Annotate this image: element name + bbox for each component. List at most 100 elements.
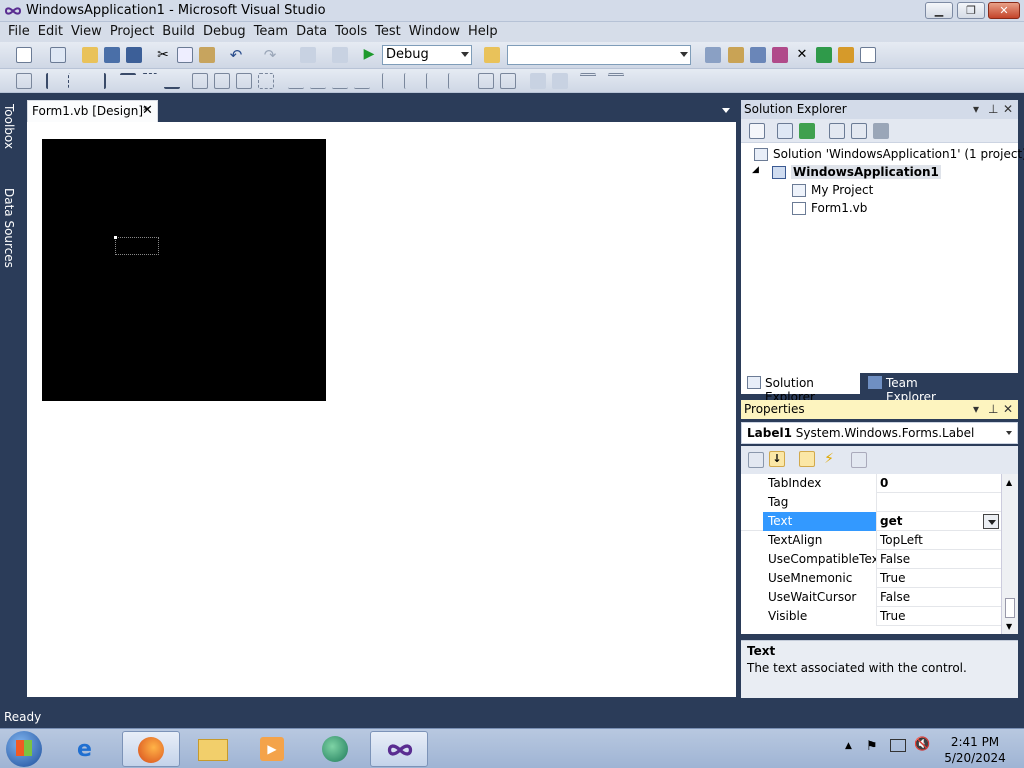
toolbox-icon[interactable]: ✕	[794, 47, 810, 63]
taskbar-app[interactable]	[306, 731, 364, 767]
taskbar-visual-studio[interactable]	[370, 731, 428, 767]
text-value-dropdown[interactable]	[983, 514, 999, 529]
open-file-icon[interactable]	[82, 47, 98, 63]
window-position-icon[interactable]: ▾	[973, 102, 979, 116]
auto-hide-pin-icon[interactable]: ⊥	[988, 102, 998, 116]
align-centers-icon[interactable]	[68, 73, 84, 89]
navigate-forward-icon[interactable]	[332, 47, 348, 63]
increase-horizontal-spacing-icon[interactable]	[310, 73, 326, 89]
prop-row-textalign[interactable]: TextAlign TopLeft	[741, 531, 1001, 550]
property-pages-icon[interactable]	[851, 452, 867, 468]
prop-row-tag[interactable]: Tag	[741, 493, 1001, 512]
align-tops-icon[interactable]	[120, 73, 136, 89]
align-lefts-icon[interactable]	[46, 73, 62, 89]
alphabetical-icon[interactable]: ↓	[769, 451, 785, 467]
menu-edit[interactable]: Edit	[38, 22, 63, 41]
align-to-grid-icon[interactable]	[16, 73, 32, 89]
prop-row-text[interactable]: Text get	[741, 512, 1001, 531]
menu-file[interactable]: File	[8, 22, 30, 41]
tab-order-icon[interactable]	[580, 73, 596, 89]
command-window-icon[interactable]	[860, 47, 876, 63]
save-all-icon[interactable]	[126, 47, 142, 63]
make-same-height-icon[interactable]	[214, 73, 230, 89]
center-vertically-icon[interactable]	[500, 73, 516, 89]
menu-tools[interactable]: Tools	[335, 22, 367, 41]
refresh-icon[interactable]	[799, 123, 815, 139]
tab-dropdown-icon[interactable]	[722, 108, 730, 113]
make-same-width-icon[interactable]	[192, 73, 208, 89]
form1-canvas[interactable]	[42, 139, 326, 401]
action-center-flag-icon[interactable]: ⚑	[866, 739, 878, 754]
prop-row-usecompatibletextrendering[interactable]: UseCompatibleTextRenderingFalse	[741, 550, 1001, 569]
data-sources-tab[interactable]: Data Sources	[2, 188, 16, 268]
align-bottoms-icon[interactable]	[164, 73, 180, 89]
decrease-vertical-spacing-icon[interactable]	[426, 73, 442, 89]
find-in-files-icon[interactable]	[484, 47, 500, 63]
panel-close-icon[interactable]: ✕	[1003, 402, 1013, 416]
taskbar-clock[interactable]: 2:41 PM 5/20/2024	[935, 734, 1015, 766]
start-debugging-icon[interactable]: ▶	[361, 46, 377, 62]
solution-explorer-icon[interactable]	[705, 47, 721, 63]
properties-icon[interactable]	[749, 123, 765, 139]
scroll-down-icon[interactable]: ▼	[1006, 622, 1012, 631]
start-button[interactable]	[6, 731, 42, 767]
class-view-icon[interactable]	[772, 47, 788, 63]
properties-window-icon[interactable]	[728, 47, 744, 63]
copy-icon[interactable]	[177, 47, 193, 63]
tree-solution[interactable]: Solution 'WindowsApplication1' (1 projec…	[773, 147, 1024, 161]
start-page-icon[interactable]	[816, 47, 832, 63]
auto-hide-pin-icon[interactable]: ⊥	[988, 402, 998, 416]
menu-data[interactable]: Data	[296, 22, 327, 41]
size-to-grid-icon[interactable]	[258, 73, 274, 89]
solution-configuration-select[interactable]: Debug	[382, 45, 472, 65]
taskbar-internet-explorer[interactable]: e	[60, 731, 118, 767]
close-tab-icon[interactable]: ✕	[142, 103, 153, 118]
minimize-button[interactable]: ▁	[925, 2, 953, 19]
menu-debug[interactable]: Debug	[203, 22, 246, 41]
taskbar-explorer[interactable]	[184, 731, 242, 767]
find-combo[interactable]	[507, 45, 691, 65]
scroll-up-icon[interactable]: ▲	[1006, 478, 1012, 487]
decrease-horizontal-spacing-icon[interactable]	[332, 73, 348, 89]
panel-close-icon[interactable]: ✕	[1003, 102, 1013, 116]
navigate-backward-icon[interactable]	[300, 47, 316, 63]
tab-solution-explorer[interactable]: Solution Explorer	[741, 373, 860, 404]
object-browser-icon[interactable]	[750, 47, 766, 63]
collapse-arrow-icon[interactable]: ◢	[752, 165, 759, 175]
paste-icon[interactable]	[199, 47, 215, 63]
prop-row-tabindex[interactable]: TabIndex 0	[741, 474, 1001, 493]
undo-icon[interactable]: ↶	[228, 46, 244, 64]
horizontal-spacing-icon[interactable]	[288, 73, 304, 89]
tab-team-explorer[interactable]: Team Explorer	[862, 373, 972, 404]
prop-row-usewaitcursor[interactable]: UseWaitCursor False	[741, 588, 1001, 607]
center-horizontally-icon[interactable]	[478, 73, 494, 89]
object-selector[interactable]: Label1 System.Windows.Forms.Label	[741, 422, 1018, 444]
label1-control[interactable]	[114, 236, 159, 255]
tree-project[interactable]: WindowsApplication1	[791, 165, 941, 179]
close-button[interactable]: ✕	[988, 2, 1020, 19]
view-code-icon[interactable]	[829, 123, 845, 139]
add-item-icon[interactable]	[50, 47, 66, 63]
taskbar-media-player[interactable]: ▶	[244, 731, 302, 767]
prop-row-usemnemonic[interactable]: UseMnemonic True	[741, 569, 1001, 588]
lock-controls-icon[interactable]	[608, 73, 624, 89]
prop-row-visible[interactable]: Visible True	[741, 607, 1001, 626]
show-hidden-icons-icon[interactable]: ▲	[845, 741, 852, 751]
properties-view-icon[interactable]	[799, 451, 815, 467]
menu-help[interactable]: Help	[468, 22, 498, 41]
cut-icon[interactable]: ✂	[155, 47, 171, 63]
toolbox-tab[interactable]: Toolbox	[2, 104, 16, 149]
save-icon[interactable]	[104, 47, 120, 63]
tab-form1-design[interactable]: Form1.vb [Design]* ✕	[27, 100, 158, 122]
maximize-button[interactable]: ❐	[957, 2, 985, 19]
taskbar-firefox[interactable]	[122, 731, 180, 767]
show-all-files-icon[interactable]	[777, 123, 793, 139]
scroll-thumb[interactable]	[1005, 598, 1015, 618]
align-rights-icon[interactable]	[90, 73, 106, 89]
events-lightning-icon[interactable]: ⚡	[821, 451, 837, 467]
remove-horizontal-spacing-icon[interactable]	[354, 73, 370, 89]
menu-view[interactable]: View	[71, 22, 102, 41]
chevron-down-icon[interactable]	[1006, 431, 1012, 435]
new-project-icon[interactable]	[16, 47, 32, 63]
increase-vertical-spacing-icon[interactable]	[404, 73, 420, 89]
